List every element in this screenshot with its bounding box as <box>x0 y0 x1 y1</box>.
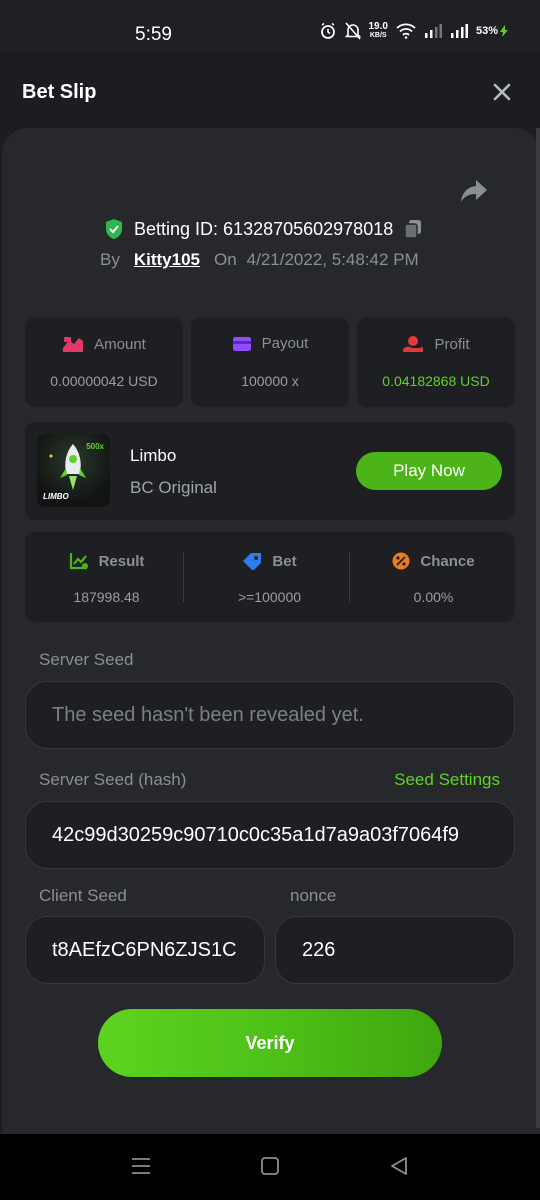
shield-check-icon <box>106 219 122 239</box>
share-icon[interactable] <box>460 178 488 204</box>
profit-tile: Profit 0.04182868 USD <box>357 317 515 407</box>
game-card: LIMBO 500x Limbo BC Original Play Now <box>25 422 515 520</box>
payout-icon <box>232 336 251 351</box>
payout-value: 100000 x <box>241 373 299 389</box>
payout-tile: Payout 100000 x <box>191 317 349 407</box>
back-icon[interactable] <box>389 1156 409 1176</box>
by-label: By <box>100 250 120 269</box>
net-speed: 19.0 KB/S <box>368 21 388 40</box>
result-value: 187998.48 <box>73 589 140 605</box>
server-seed-label: Server Seed <box>39 650 134 669</box>
game-subtitle: BC Original <box>130 478 217 497</box>
chance-icon <box>392 552 410 570</box>
menu-icon[interactable] <box>131 1156 151 1176</box>
page-title: Bet Slip <box>22 81 97 103</box>
amount-label: Amount <box>94 335 146 353</box>
game-thumb-badge: 500x <box>86 442 104 451</box>
game-name: Limbo <box>130 446 177 465</box>
bet-column: Bet >=100000 <box>188 532 351 622</box>
close-icon[interactable] <box>490 80 514 104</box>
server-seed-hash-field[interactable]: 42c99d30259c90710c0c35a1d7a9a03f7064f9 <box>25 801 515 869</box>
chance-column: Chance 0.00% <box>352 532 515 622</box>
chance-value: 0.00% <box>413 589 454 605</box>
result-card: Result 187998.48 Bet >=100000 Chance 0.0… <box>25 532 515 622</box>
scrollbar[interactable] <box>536 128 540 1128</box>
status-bar: 5:59 19.0 KB/S 53% <box>0 0 540 52</box>
result-column: Result 187998.48 <box>25 532 188 622</box>
profit-icon <box>403 336 424 352</box>
wifi-icon <box>396 23 416 39</box>
bet-tag-icon <box>243 553 262 570</box>
system-nav-bar <box>0 1134 540 1200</box>
copy-icon[interactable] <box>403 219 423 239</box>
bet-value: >=100000 <box>237 589 302 605</box>
client-seed-label: Client Seed <box>39 886 127 905</box>
result-label: Result <box>98 552 145 570</box>
username-link[interactable]: Kitty105 <box>134 250 200 270</box>
status-icons: 19.0 KB/S 53% <box>319 21 508 40</box>
bet-datetime: 4/21/2022, 5:48:42 PM <box>246 250 419 269</box>
bet-detail-card <box>2 128 540 1138</box>
alarm-icon <box>320 22 335 39</box>
profit-label: Profit <box>434 335 470 353</box>
signal-icon <box>450 24 468 38</box>
profit-value: 0.04182868 USD <box>382 373 490 389</box>
amount-value: 0.00000042 USD <box>50 373 158 389</box>
bet-byline: By Kitty105 On 4/21/2022, 5:48:42 PM <box>100 250 419 270</box>
chance-label: Chance <box>420 552 475 570</box>
bell-off-icon <box>344 22 361 40</box>
seed-settings-link[interactable]: Seed Settings <box>394 770 500 790</box>
game-thumbnail[interactable]: LIMBO 500x <box>37 434 110 507</box>
bet-slip-header: Bet Slip <box>0 52 540 128</box>
nonce-label: nonce <box>290 886 337 905</box>
battery: 53% <box>476 25 508 37</box>
amount-icon <box>63 337 84 352</box>
bet-label: Bet <box>272 552 297 570</box>
result-icon <box>69 553 88 570</box>
verify-button[interactable]: Verify <box>98 1009 442 1077</box>
on-label: On <box>213 250 237 269</box>
client-seed-field[interactable]: t8AEfzC6PN6ZJS1C <box>25 916 265 984</box>
charging-icon <box>500 25 508 37</box>
play-now-button[interactable]: Play Now <box>356 452 502 490</box>
betting-id-text: Betting ID: 61328705602978018 <box>134 218 394 239</box>
server-seed-field[interactable]: The seed hasn't been revealed yet. <box>25 681 515 749</box>
amount-tile: Amount 0.00000042 USD <box>25 317 183 407</box>
server-seed-hash-label: Server Seed (hash) <box>39 770 187 789</box>
game-thumb-logo: LIMBO <box>43 492 69 501</box>
betting-id: Betting ID: 61328705602978018 <box>104 218 423 240</box>
signal-icon <box>424 24 442 38</box>
home-icon[interactable] <box>260 1156 280 1176</box>
divider <box>349 552 350 602</box>
divider <box>183 552 184 602</box>
payout-label: Payout <box>261 335 309 352</box>
nonce-field[interactable]: 226 <box>275 916 515 984</box>
status-time: 5:59 <box>135 24 172 45</box>
